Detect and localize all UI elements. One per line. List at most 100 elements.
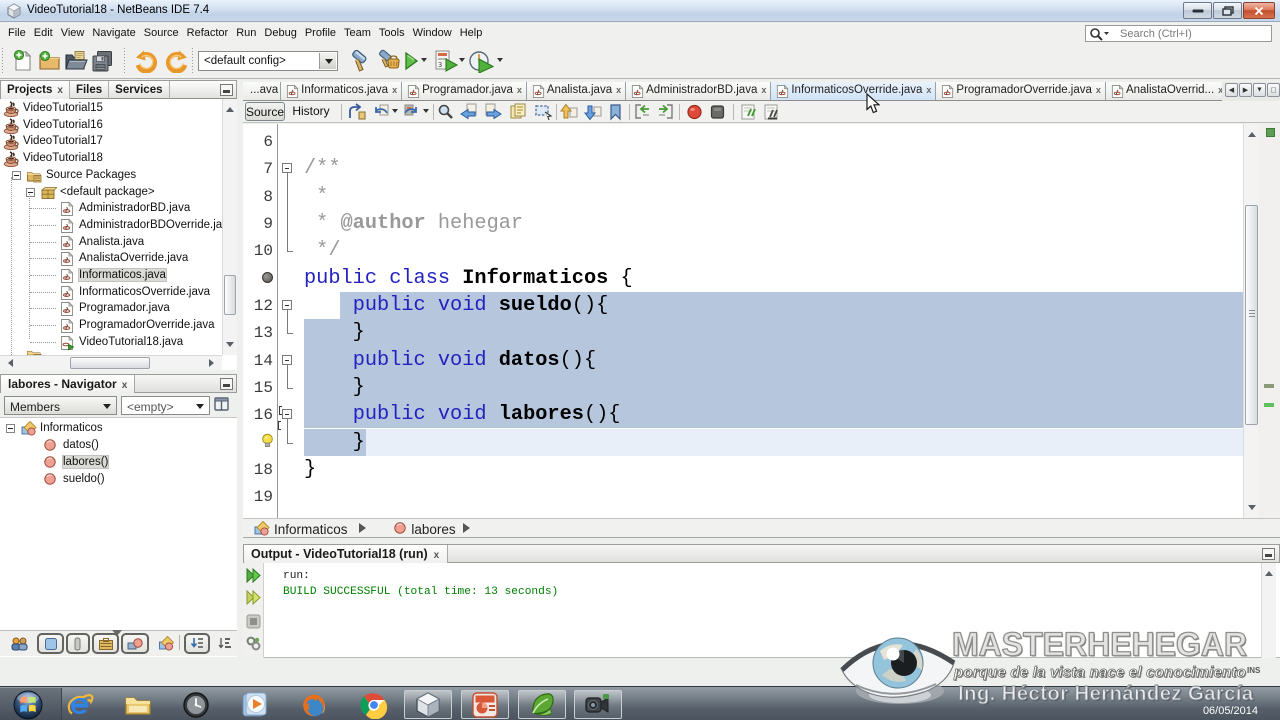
- tree-row-datos-[interactable]: datos(): [0, 437, 237, 454]
- doc-tab-label[interactable]: Analista.java: [547, 84, 612, 96]
- tree-row-videotutorial17[interactable]: VideoTutorial17: [0, 133, 222, 151]
- tree-label[interactable]: ProgramadorOverride.java: [79, 319, 215, 331]
- doc-tab-informaticosoverride-java[interactable]: InformaticosOverride.java x: [771, 82, 937, 100]
- config-combobox[interactable]: <default config>: [198, 51, 338, 71]
- menu-team[interactable]: Team: [340, 23, 375, 44]
- tree-label[interactable]: AnalistaOverride.java: [79, 252, 188, 264]
- run-project-button-dropdown-icon[interactable]: [421, 58, 427, 65]
- toggle-highlight-search-button[interactable]: [509, 103, 528, 121]
- build-project-button[interactable]: [347, 49, 371, 73]
- scroll-up-icon[interactable]: [1248, 128, 1256, 137]
- taskbar-firefox[interactable]: [296, 690, 332, 719]
- output-tab[interactable]: Output - VideoTutorial18 (run) x: [244, 545, 449, 563]
- output-minimize-icon[interactable]: [1262, 548, 1275, 560]
- open-in-window-button[interactable]: [213, 396, 233, 415]
- doc-tab-close-icon[interactable]: x: [761, 85, 766, 95]
- code-line-14[interactable]: public void datos(){: [304, 347, 596, 374]
- doc-tab-label[interactable]: AdministradorBD.java: [646, 84, 757, 96]
- annotation-glyph-icon[interactable]: [262, 271, 273, 283]
- collapse-toggle-icon[interactable]: [26, 187, 35, 197]
- scroll-down-icon[interactable]: [226, 342, 234, 351]
- doc-tab-close-icon[interactable]: x: [392, 85, 397, 95]
- menu-tools[interactable]: Tools: [375, 23, 409, 44]
- hint-bulb-icon[interactable]: [261, 433, 274, 454]
- projects-horizontal-scrollbar[interactable]: [0, 355, 222, 370]
- doc-tab-label[interactable]: Informaticos.java: [301, 84, 388, 96]
- filter-eraser-toggle[interactable]: [121, 633, 149, 654]
- show-inherited-members-icon[interactable]: [9, 633, 31, 654]
- show-fields-toggle[interactable]: [37, 633, 64, 654]
- editor-vertical-scrollbar[interactable]: [1243, 124, 1259, 518]
- menu-debug[interactable]: Debug: [260, 23, 300, 44]
- scroll-up-icon[interactable]: [226, 103, 234, 112]
- history-view-button[interactable]: History: [290, 102, 332, 121]
- tree-label[interactable]: <default package>: [60, 186, 155, 198]
- comment-button[interactable]: [740, 103, 759, 121]
- tree-label[interactable]: InformaticosOverride.java: [79, 286, 210, 298]
- tree-label[interactable]: Informaticos: [40, 422, 103, 434]
- panel-tab-services[interactable]: Services: [109, 81, 170, 99]
- tree-label[interactable]: datos(): [63, 439, 99, 451]
- back-button[interactable]: [371, 103, 390, 121]
- taskbar-clock[interactable]: [178, 690, 214, 719]
- doc-tab-label[interactable]: AnalistaOverrid...: [1126, 84, 1214, 96]
- tree-label[interactable]: VideoTutorial16: [23, 119, 103, 131]
- tree-label[interactable]: sueldo(): [63, 473, 105, 485]
- scrollbar-thumb[interactable]: [224, 275, 236, 315]
- doc-tab-informaticos-java[interactable]: Informaticos.java x: [281, 82, 403, 100]
- scroll-up-icon[interactable]: [1265, 567, 1273, 576]
- taskbar-media-player[interactable]: [236, 690, 272, 719]
- taskbar-netbeans[interactable]: [404, 690, 452, 719]
- menu-file[interactable]: File: [4, 23, 30, 44]
- menu-navigate[interactable]: Navigate: [88, 23, 139, 44]
- forward-button-dropdown-icon[interactable]: [423, 109, 429, 116]
- tree-row--default-package-[interactable]: <default package>: [0, 184, 222, 201]
- tree-label[interactable]: VideoTutorial17: [23, 135, 103, 147]
- sort-by-source-toggle[interactable]: [184, 633, 210, 654]
- back-button-dropdown-icon[interactable]: [392, 109, 398, 116]
- tree-label[interactable]: Analista.java: [79, 236, 144, 248]
- scope-combobox[interactable]: <empty>: [121, 396, 210, 415]
- doc-tab-administradorbd-java[interactable]: AdministradorBD.java x: [626, 82, 772, 100]
- members-combobox[interactable]: Members: [4, 396, 117, 415]
- code-line-7[interactable]: /**: [304, 155, 341, 182]
- code-line-10[interactable]: */: [304, 237, 340, 264]
- fold-collapse-icon[interactable]: [282, 409, 292, 420]
- doc-tab-programador-java[interactable]: Programador.java x: [402, 82, 527, 100]
- breadcrumb-arrow-icon[interactable]: [463, 523, 475, 533]
- projects-vertical-scrollbar[interactable]: [222, 99, 237, 355]
- uncomment-button[interactable]: [763, 103, 782, 121]
- tree-row-informaticos[interactable]: Informaticos: [0, 420, 237, 437]
- code-line-17[interactable]: }: [304, 429, 365, 456]
- tree-label[interactable]: labores(): [61, 455, 110, 469]
- code-line-12[interactable]: public void sueldo(){: [304, 292, 609, 319]
- tree-label[interactable]: AdministradorBDOverride.java: [79, 219, 222, 231]
- doc-tab-label[interactable]: Programador.java: [422, 84, 513, 96]
- profile-project-button-dropdown-icon[interactable]: [497, 58, 503, 65]
- taskbar-powerpoint[interactable]: [461, 690, 509, 719]
- ant-settings-button[interactable]: [245, 635, 262, 652]
- tree-row-videotutorial15[interactable]: VideoTutorial15: [0, 100, 222, 117]
- scrollbar-thumb[interactable]: [1245, 205, 1258, 425]
- show-non-public-toggle[interactable]: [92, 633, 119, 654]
- doc-tab-close-icon[interactable]: x: [926, 85, 931, 95]
- taskbar-chrome[interactable]: [356, 690, 392, 719]
- breadcrumb-arrow-icon[interactable]: [359, 523, 371, 533]
- fold-collapse-icon[interactable]: [282, 354, 292, 365]
- code-line-9[interactable]: * @author hehegar: [304, 210, 523, 237]
- toggle-bookmark-button[interactable]: [607, 103, 626, 121]
- scroll-tabs-right-button[interactable]: ▶: [1239, 83, 1252, 97]
- code-line-8[interactable]: *: [304, 183, 328, 210]
- find-selection-button[interactable]: [436, 103, 455, 121]
- scrollbar-thumb[interactable]: [70, 357, 150, 369]
- new-project-button[interactable]: [38, 49, 62, 73]
- code-line-13[interactable]: }: [304, 319, 365, 346]
- tab-list-button[interactable]: ▼: [1253, 83, 1266, 97]
- doc-tab-label[interactable]: ProgramadorOverride.java: [956, 84, 1092, 96]
- navigator-tab[interactable]: labores - Navigator x: [1, 375, 136, 393]
- code-editor[interactable]: 6 7 /** 8 * 9 * @author hehegar 10 */public c…: [243, 124, 1280, 518]
- fold-collapse-icon[interactable]: [282, 163, 292, 174]
- tree-label[interactable]: AdministradorBD.java: [79, 202, 190, 214]
- open-project-button[interactable]: [64, 49, 88, 73]
- tree-row-sueldo-[interactable]: sueldo(): [0, 471, 237, 488]
